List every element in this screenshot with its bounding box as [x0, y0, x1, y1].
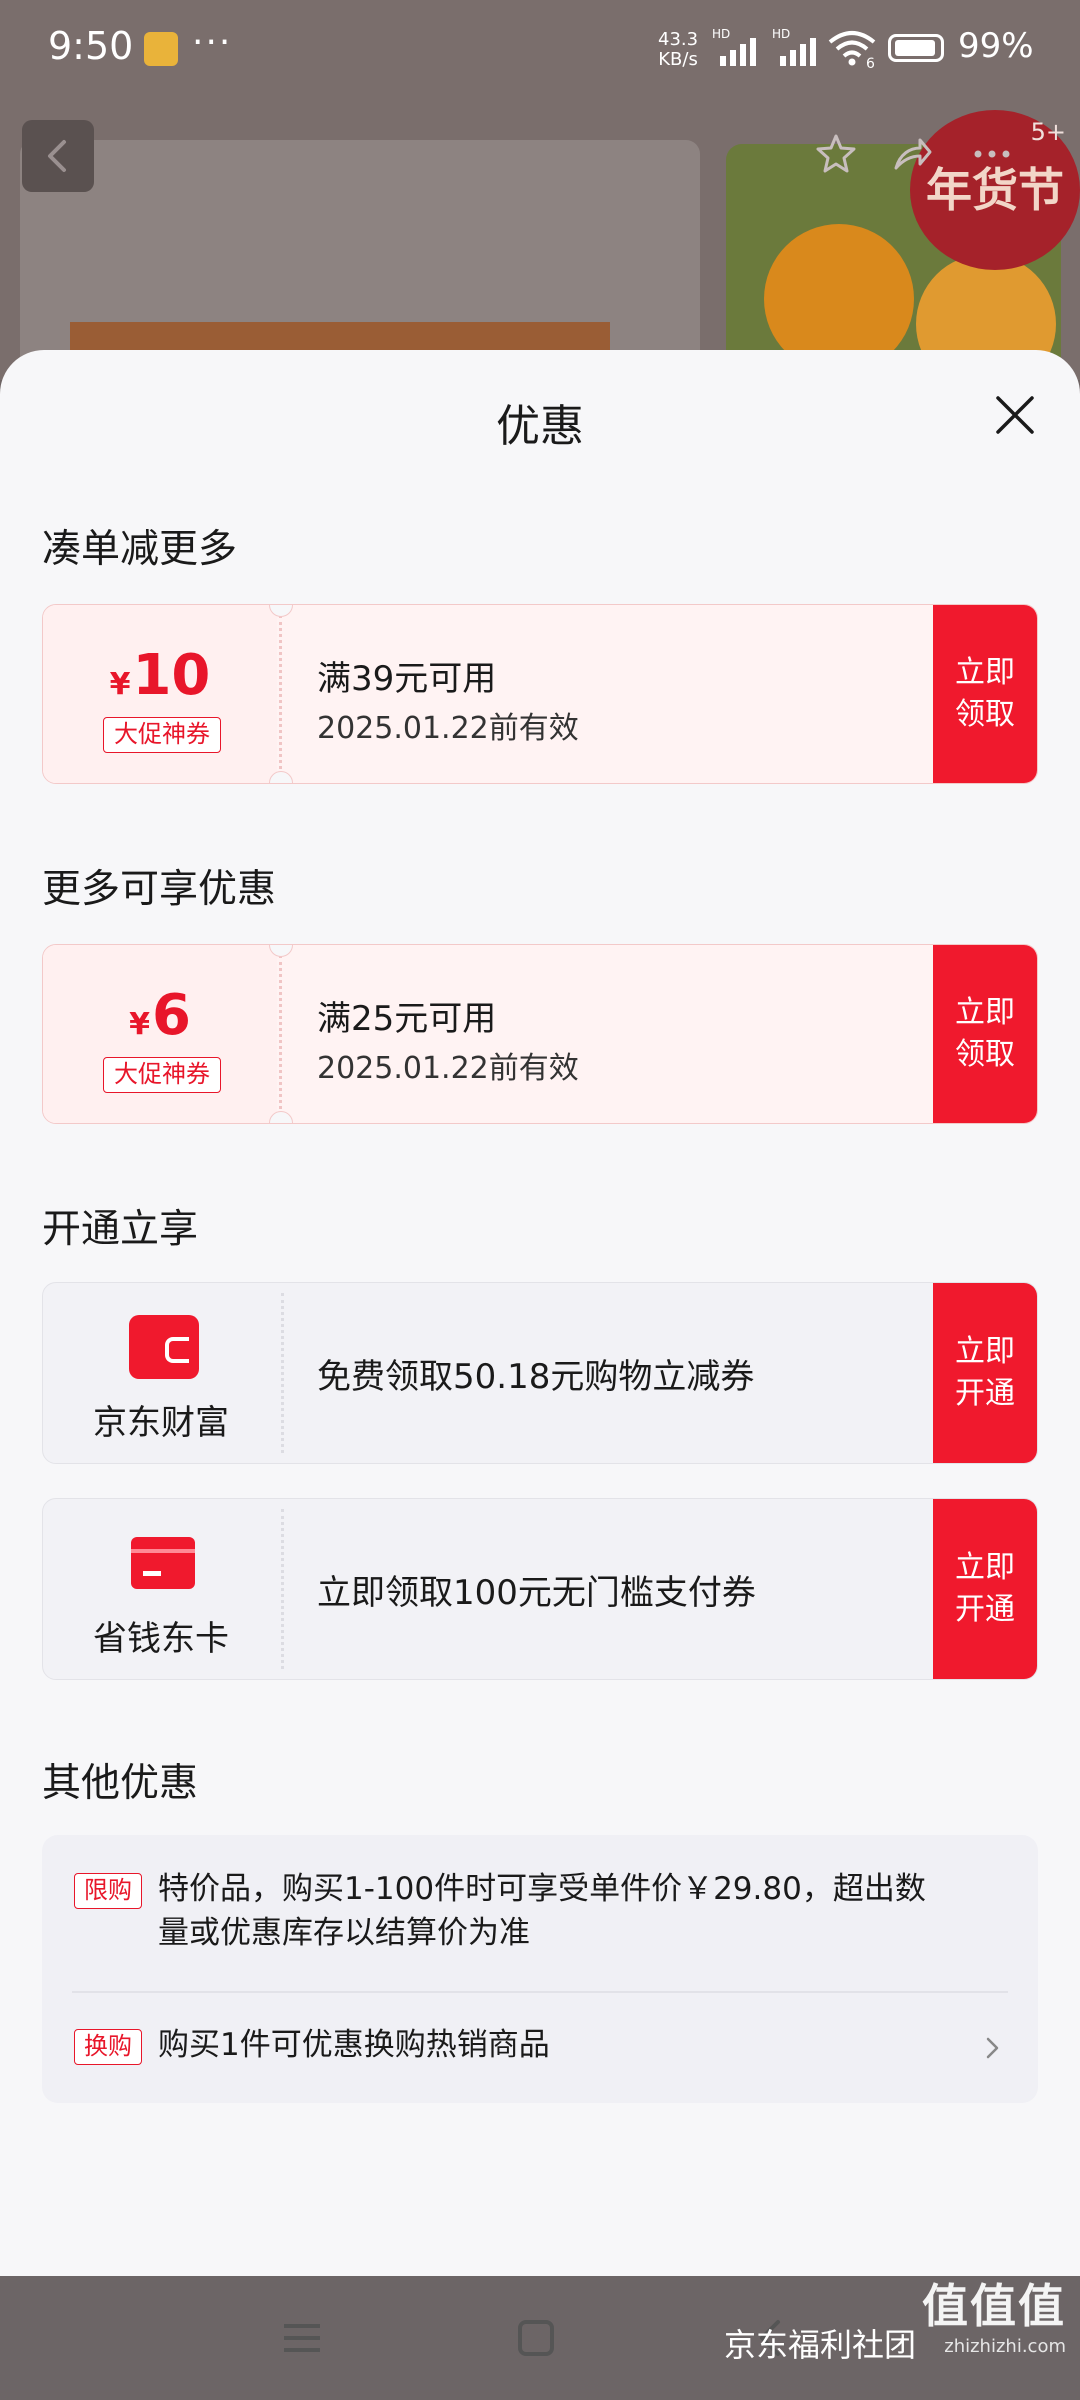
network-speed: 43.3 KB/s	[658, 30, 698, 70]
hd-label: HD	[712, 27, 730, 41]
coupon-card: ¥10 大促神券 满39元可用 2025.01.22前有效 立即领取	[42, 604, 1038, 784]
claim-button-label: 立即领取	[955, 655, 1015, 732]
coupon-condition: 满39元可用	[317, 659, 497, 699]
sheet-title: 优惠	[496, 401, 584, 452]
membership-description: 立即领取100元无门槛支付券	[317, 1573, 756, 1613]
coupon-divider	[279, 615, 282, 775]
coupon-condition: 满25元可用	[317, 999, 497, 1039]
section-title-more: 更多可享优惠	[42, 867, 277, 912]
signal-icon: HD	[772, 26, 828, 74]
signal-icon: HD	[712, 26, 768, 74]
notes-app-icon	[144, 32, 178, 66]
membership-card: 京东财富 免费领取50.18元购物立减券 立即开通	[42, 1282, 1038, 1464]
star-icon[interactable]	[814, 132, 858, 176]
membership-divider	[281, 1293, 284, 1453]
section-title-other: 其他优惠	[42, 1761, 199, 1806]
coupon-tag: 大促神券	[103, 717, 221, 753]
watermark-text: 京东福利社团	[723, 2326, 916, 2364]
section-title-bundle: 凑单减更多	[42, 527, 238, 572]
hd-label: HD	[772, 27, 790, 41]
home-icon[interactable]	[516, 2318, 556, 2358]
membership-name: 省钱东卡	[93, 1619, 229, 1659]
coupon-amount: ¥10	[43, 643, 277, 708]
activate-button-label: 立即开通	[955, 1334, 1015, 1411]
coupon-validity: 2025.01.22前有效	[317, 711, 579, 746]
coupon-validity: 2025.01.22前有效	[317, 1051, 579, 1086]
coupon-amount-value: 6	[151, 983, 191, 1048]
offer-text-line: 特价品，购买1-100件时可享受单件价￥29.80，超出数	[158, 1871, 926, 1907]
activate-button[interactable]: 立即开通	[933, 1283, 1037, 1463]
share-icon[interactable]	[890, 132, 934, 176]
claim-coupon-button[interactable]: 立即领取	[933, 605, 1037, 783]
back-button[interactable]	[22, 120, 94, 192]
more-icon[interactable]	[970, 132, 1014, 176]
offer-text-limited: 特价品，购买1-100件时可享受单件价￥29.80，超出数 量或优惠库存以结算价…	[158, 1867, 926, 1955]
coupon-amount: ¥6	[43, 983, 277, 1048]
close-icon	[996, 396, 1034, 434]
coupon-divider	[279, 955, 282, 1115]
menu-icon[interactable]	[280, 2318, 324, 2358]
top-action-icons	[800, 120, 1040, 190]
wifi-badge: 6	[866, 56, 875, 70]
membership-name: 京东财富	[93, 1403, 229, 1443]
coupon-tag: 大促神券	[103, 1057, 221, 1093]
status-bar: 9:50 ··· 43.3 KB/s HD HD 6 99%	[0, 0, 1080, 100]
chevron-right-icon[interactable]	[982, 2031, 1004, 2065]
wifi-icon: 6	[826, 26, 880, 74]
coupon-amount-value: 10	[132, 643, 211, 708]
coupon-card: ¥6 大促神券 满25元可用 2025.01.22前有效 立即领取	[42, 944, 1038, 1124]
divider	[72, 1991, 1008, 1993]
other-offers-box: 限购 特价品，购买1-100件时可享受单件价￥29.80，超出数 量或优惠库存以…	[42, 1835, 1038, 2103]
membership-description: 免费领取50.18元购物立减券	[317, 1357, 755, 1397]
membership-divider	[281, 1509, 284, 1669]
watermark: 值值值 京东福利社团 zhizhizhi.com	[724, 2270, 1066, 2364]
card-icon	[131, 1537, 195, 1589]
close-button[interactable]	[990, 390, 1040, 440]
system-navigation-bar	[0, 2276, 1080, 2400]
activate-button-label: 立即开通	[955, 1550, 1015, 1627]
currency-symbol: ¥	[129, 1007, 150, 1042]
battery-percent: 99%	[958, 26, 1034, 66]
membership-card: 省钱东卡 立即领取100元无门槛支付券 立即开通	[42, 1498, 1038, 1680]
watermark-logo: 值值值	[922, 2279, 1066, 2333]
claim-button-label: 立即领取	[955, 995, 1015, 1072]
watermark-url: zhizhizhi.com	[944, 2336, 1066, 2357]
battery-icon	[888, 34, 944, 62]
network-speed-value: 43.3	[658, 29, 699, 50]
activate-button[interactable]: 立即开通	[933, 1499, 1037, 1679]
coupon-notch	[269, 771, 293, 783]
offer-text-exchange[interactable]: 购买1件可优惠换购热销商品	[158, 2023, 550, 2067]
offer-tag-exchange: 换购	[74, 2029, 142, 2065]
currency-symbol: ¥	[109, 667, 131, 702]
back-icon	[48, 140, 66, 172]
wallet-icon	[129, 1315, 199, 1379]
section-title-membership: 开通立享	[42, 1207, 199, 1252]
network-speed-unit: KB/s	[658, 49, 698, 70]
coupon-notch	[269, 1111, 293, 1123]
offer-text-line: 量或优惠库存以结算价为准	[158, 1915, 530, 1951]
more-notifications-icon: ···	[192, 22, 233, 63]
offer-tag-limited: 限购	[74, 1873, 142, 1909]
claim-coupon-button[interactable]: 立即领取	[933, 945, 1037, 1123]
status-time: 9:50	[48, 24, 134, 68]
